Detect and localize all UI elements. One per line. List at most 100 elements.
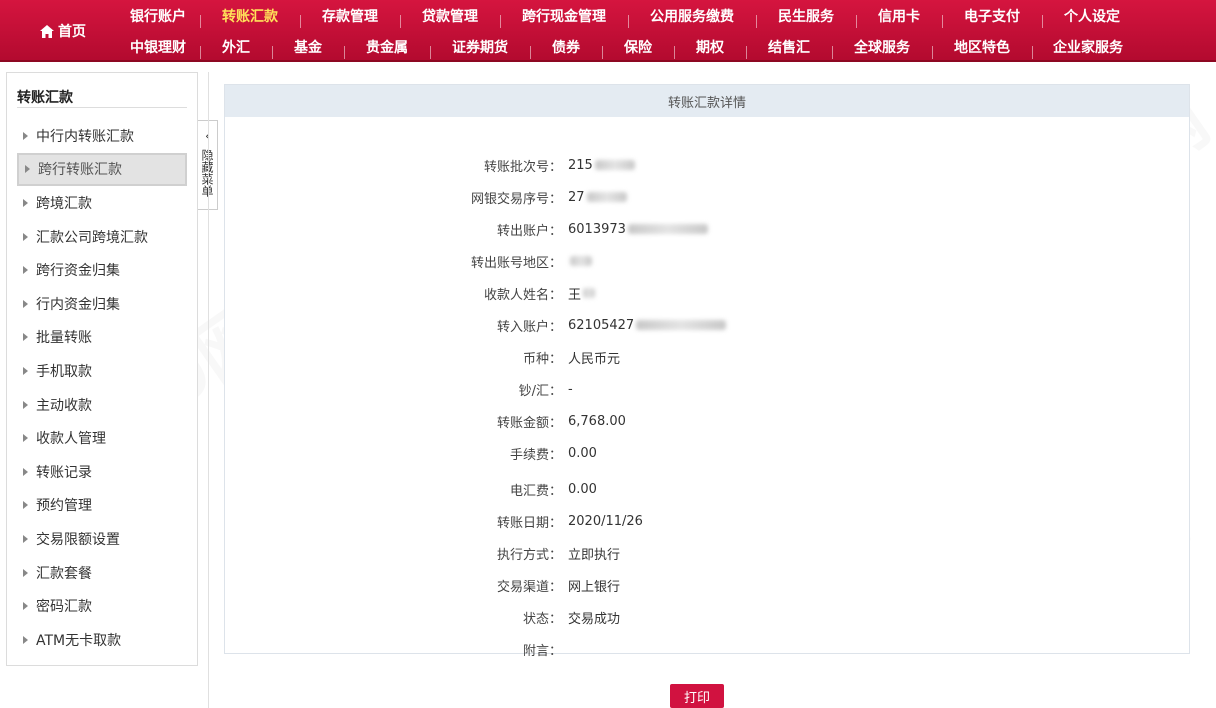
detail-value: 0.00: [568, 481, 597, 497]
nav-item-e-payment[interactable]: 电子支付: [942, 6, 1042, 28]
sidebar-item[interactable]: 行内资金归集: [7, 287, 197, 321]
redacted-mask: [570, 256, 592, 266]
caret-right-icon: [23, 299, 28, 308]
nav-item-deposit[interactable]: 存款管理: [300, 6, 400, 28]
sidebar-menu: 中行内转账汇款 跨行转账汇款 跨境汇款汇款公司跨境汇款 跨行资金归集 行内资金归集批量转…: [7, 119, 197, 657]
sidebar-item-label: 跨行转账汇款: [38, 162, 122, 179]
sidebar-item[interactable]: 汇款套餐: [7, 556, 197, 590]
nav-item-regional[interactable]: 地区特色: [932, 37, 1032, 59]
sidebar-item[interactable]: 转账记录: [7, 455, 197, 489]
nav-item-entrepreneur[interactable]: 企业家服务: [1032, 37, 1144, 59]
detail-value: 2020/11/26: [568, 513, 643, 529]
home-icon: [40, 24, 54, 38]
sidebar: 转账汇款 中行内转账汇款 跨行转账汇款 跨境汇款 汇款公司跨境汇款 跨行资金归集 行内资金…: [6, 72, 198, 666]
sidebar-item[interactable]: 预约管理: [7, 489, 197, 523]
detail-value: 交易成功: [568, 611, 621, 627]
sidebar-item-label: 批量转账: [36, 330, 92, 347]
detail-value: 立即执行: [568, 547, 621, 563]
sidebar-item-label: 跨境汇款: [36, 195, 92, 212]
detail-value: 网上银行: [568, 579, 621, 595]
detail-value: 215: [568, 157, 593, 173]
sidebar-item-label: ATM无卡取款: [36, 632, 122, 649]
nav-item-forex[interactable]: 外汇: [200, 37, 272, 59]
nav-item-utility-payment[interactable]: 公用服务缴费: [628, 6, 756, 28]
caret-right-icon: [23, 131, 28, 140]
sidebar-item[interactable]: 密码汇款: [7, 589, 197, 623]
detail-row: 转出账户： 6013973: [225, 219, 1191, 239]
sidebar-item-label: 密码汇款: [36, 599, 92, 616]
detail-row: 附言：: [225, 639, 1191, 659]
detail-value: 6,768.00: [568, 413, 626, 429]
nav-item-livelihood[interactable]: 民生服务: [756, 6, 856, 28]
nav-item-bonds[interactable]: 债券: [530, 37, 602, 59]
caret-right-icon: [23, 198, 28, 207]
detail-row: 钞/汇： -: [225, 379, 1191, 399]
sidebar-item-label: 转账记录: [36, 464, 92, 481]
caret-right-icon: [23, 333, 28, 342]
detail-label: 转账金额：: [496, 415, 562, 431]
detail-row: 币种： 人民币元: [225, 347, 1191, 367]
detail-row: 交易渠道： 网上银行: [225, 575, 1191, 595]
nav-item-insurance[interactable]: 保险: [602, 37, 674, 59]
nav-item-credit-card[interactable]: 信用卡: [856, 6, 942, 28]
redacted-mask: [594, 160, 635, 170]
sidebar-divider: [17, 107, 187, 108]
sidebar-item[interactable]: 跨行转账汇款: [17, 152, 187, 187]
nav-item-precious-metal[interactable]: 贵金属: [344, 37, 430, 59]
nav-item-fund[interactable]: 基金: [272, 37, 344, 59]
caret-right-icon: [23, 434, 28, 443]
sidebar-item-label: 预约管理: [36, 498, 92, 515]
sidebar-item[interactable]: 跨行资金归集: [7, 253, 197, 287]
detail-label: 转出账号地区：: [470, 255, 562, 271]
caret-right-icon: [23, 400, 28, 409]
detail-row: 转账金额： 6,768.00: [225, 411, 1191, 431]
transfer-detail-panel: 转账汇款详情 转账批次号： 215 网银交易序号： 27 转出账户： 6013973 转出账…: [224, 84, 1191, 659]
sidebar-item[interactable]: 中行内转账汇款: [7, 119, 197, 153]
sidebar-item[interactable]: 手机取款: [7, 354, 197, 388]
detail-value: -: [568, 381, 573, 397]
detail-label: 电汇费：: [509, 483, 562, 499]
detail-value: 人民币元: [568, 351, 621, 367]
detail-label: 转账批次号：: [483, 159, 562, 175]
sidebar-item[interactable]: 收款人管理: [7, 421, 197, 455]
sidebar-item[interactable]: 批量转账: [7, 321, 197, 355]
detail-label: 网银交易序号：: [470, 191, 562, 207]
detail-value: 6013973: [568, 221, 626, 237]
sidebar-item[interactable]: 交易限额设置: [7, 522, 197, 556]
sidebar-item-label: 交易限额设置: [36, 531, 120, 548]
detail-row: 网银交易序号： 27: [225, 187, 1191, 207]
nav-item-transfer[interactable]: 转账汇款: [200, 6, 300, 28]
sidebar-item-label: 中行内转账汇款: [36, 128, 134, 145]
detail-row: 状态： 交易成功: [225, 607, 1191, 627]
sidebar-item[interactable]: 主动收款: [7, 388, 197, 422]
caret-right-icon: [23, 501, 28, 510]
detail-label: 附言：: [522, 643, 562, 659]
sidebar-item[interactable]: 跨境汇款: [7, 186, 197, 220]
detail-row: 执行方式： 立即执行: [225, 543, 1191, 563]
sidebar-item-label: 收款人管理: [36, 431, 106, 448]
nav-item-loan[interactable]: 贷款管理: [400, 6, 500, 28]
home-link[interactable]: 首页: [0, 0, 126, 62]
detail-row: 收款人姓名： 王: [225, 283, 1191, 303]
nav-item-securities[interactable]: 证券期货: [430, 37, 530, 59]
caret-right-icon: [23, 602, 28, 611]
detail-value: 王: [568, 287, 582, 303]
caret-right-icon: [23, 534, 28, 543]
detail-value: 0.00: [568, 445, 597, 461]
nav-item-wealth[interactable]: 中银理财: [116, 37, 200, 57]
nav-item-cash-management[interactable]: 跨行现金管理: [500, 6, 628, 28]
sidebar-item[interactable]: ATM无卡取款: [7, 623, 197, 657]
detail-row: 转出账号地区：: [225, 251, 1191, 271]
nav-row-primary: 银行账户 转账汇款 存款管理 贷款管理 跨行现金管理 公用服务缴费 民生服务 信…: [116, 0, 1142, 31]
nav-item-bank-account[interactable]: 银行账户: [116, 6, 200, 26]
nav-item-options[interactable]: 期权: [674, 37, 746, 59]
detail-label: 币种：: [522, 351, 562, 367]
caret-right-icon: [23, 568, 28, 577]
detail-label: 转出账户：: [496, 223, 562, 239]
redacted-mask: [586, 192, 627, 202]
nav-item-fx-settlement[interactable]: 结售汇: [746, 37, 832, 59]
nav-item-global-service[interactable]: 全球服务: [832, 37, 932, 59]
print-button[interactable]: 打印: [670, 684, 724, 708]
sidebar-item[interactable]: 汇款公司跨境汇款: [7, 220, 197, 254]
nav-item-personal-settings[interactable]: 个人设定: [1042, 6, 1142, 28]
